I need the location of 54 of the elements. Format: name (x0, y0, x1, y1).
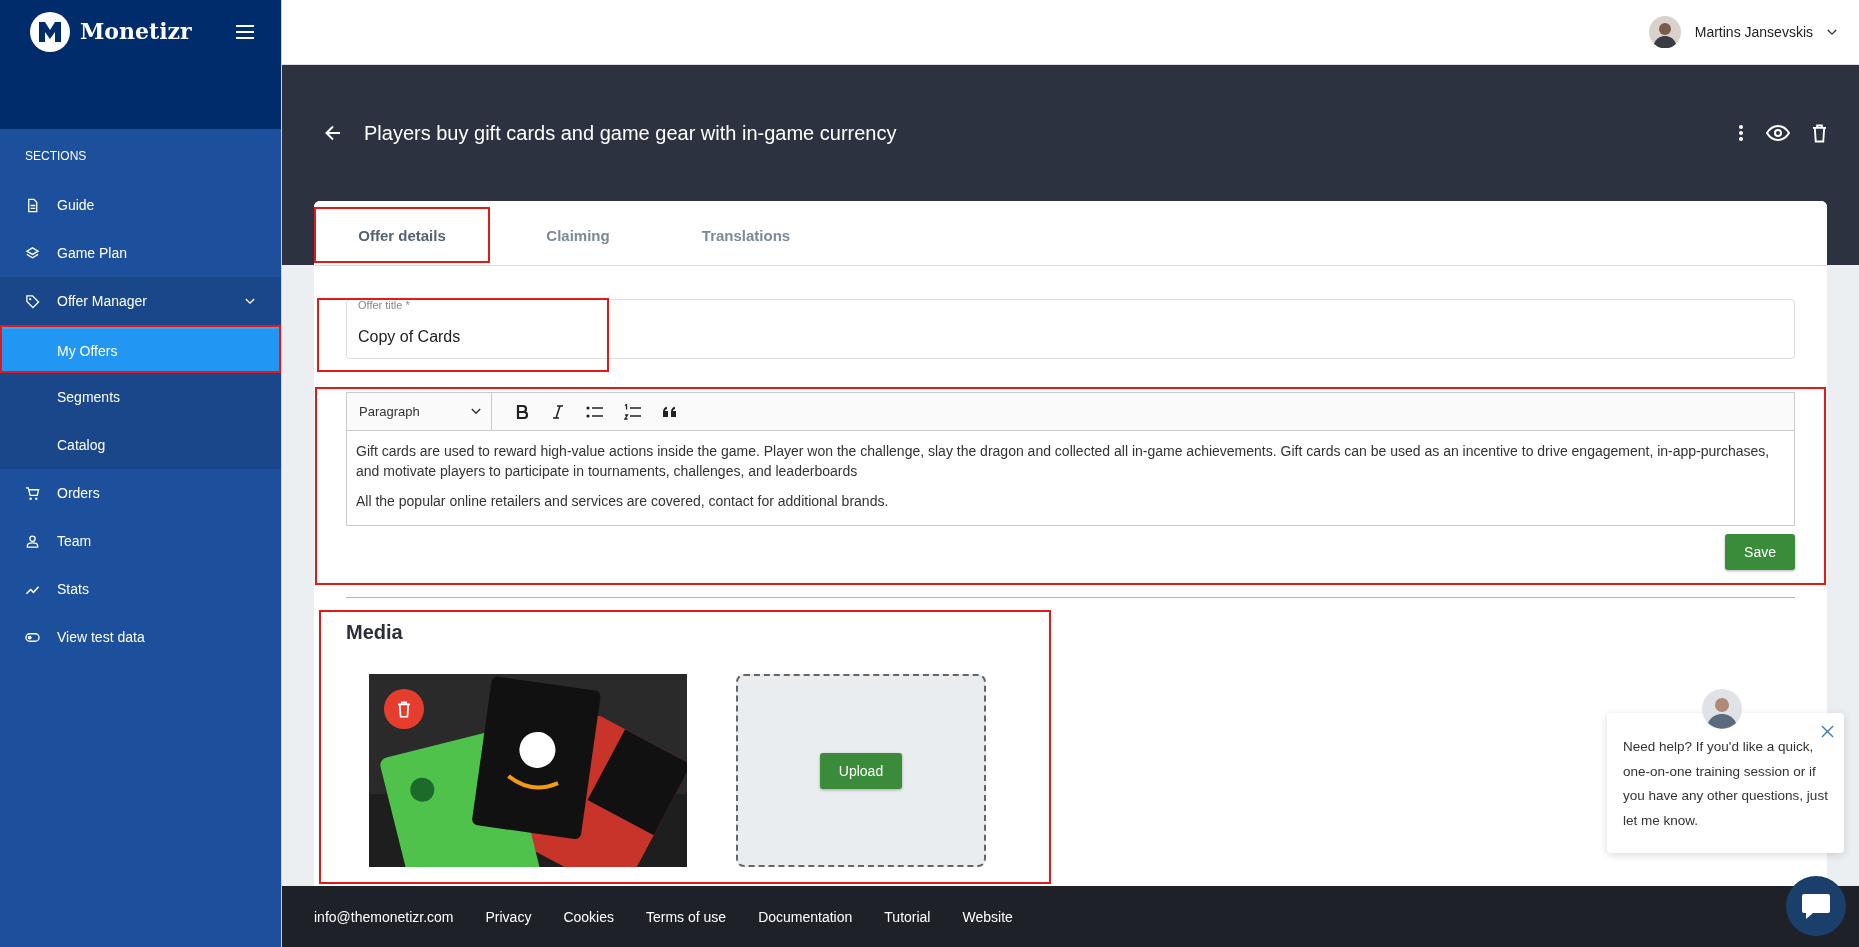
upload-area[interactable]: Upload (736, 674, 986, 867)
tab[interactable]: Offer details (314, 207, 490, 263)
brand-name: Monetizr (80, 18, 192, 44)
close-icon[interactable] (1821, 725, 1834, 738)
paragraph: All the popular online retailers and services are covered, contact for additional brands. (356, 492, 890, 511)
document-icon (25, 197, 40, 213)
offer-title-field[interactable]: Offer title * Copy of Cards (346, 299, 1795, 359)
caret-icon (1827, 28, 1837, 36)
person-icon (25, 533, 40, 549)
upload-button[interactable]: Upload (819, 752, 903, 789)
bold-icon[interactable] (514, 403, 530, 420)
trash-icon[interactable] (1812, 123, 1827, 143)
sidebar-item[interactable]: Team (0, 517, 281, 565)
format-dropdown[interactable]: Paragraph (347, 393, 492, 430)
sidebar-item[interactable]: Segments (0, 373, 281, 421)
layers-icon (25, 245, 40, 261)
section-label: SECTIONS (24, 149, 88, 165)
sidebar-item[interactable]: Orders (0, 469, 281, 517)
caret-icon (471, 408, 481, 415)
avatar-icon (1702, 689, 1742, 729)
chat-message: Need help? If you'd like a quick, one-on-one training session or if you have any other questions, just let me know. (1623, 738, 1828, 830)
save-button[interactable]: Save (1725, 534, 1795, 570)
sidebar-item[interactable]: Stats (0, 565, 281, 613)
footer-link[interactable]: Cookies (563, 908, 614, 925)
eye-icon[interactable] (1766, 125, 1790, 141)
sidebar-item[interactable]: Offer Manager (0, 277, 281, 325)
tab[interactable]: Claiming (498, 207, 658, 263)
back-arrow-icon[interactable] (324, 124, 342, 142)
tag-icon (25, 293, 40, 309)
paragraph: Gift cards are used to reward high-value actions inside the game. Player won the challenge, slay the dragon and collected all in-game achievements. Gift cards can be used as an incentive to drive engagement, in-app-purchases, and motivate players to participate in tournaments, challenges, and leaderboards (356, 442, 1771, 481)
sidebar-item[interactable]: View test data (0, 613, 281, 661)
page-title: Players buy gift cards and game gear with in-game currency (364, 121, 897, 145)
menu-icon[interactable] (235, 24, 255, 40)
sidebar-item[interactable]: Catalog (0, 421, 281, 469)
cart-icon (25, 485, 40, 501)
sidebar-item[interactable]: Guide (0, 181, 281, 229)
tab[interactable]: Translations (666, 207, 826, 263)
italic-icon[interactable] (550, 403, 566, 420)
logo-icon (30, 12, 70, 52)
footer-link[interactable]: Tutorial (884, 908, 931, 925)
user-menu[interactable]: Martins Jansevskis (1648, 16, 1837, 48)
footer-link[interactable]: Documentation (758, 908, 853, 925)
section-heading: Media (346, 620, 404, 645)
numbered-list-icon[interactable] (624, 403, 642, 420)
footer-link[interactable]: Terms of use (646, 908, 727, 925)
footer-link[interactable]: info@themonetizr.com (314, 908, 454, 925)
avatar-icon (1648, 16, 1681, 48)
more-icon[interactable] (1738, 123, 1744, 143)
footer-link[interactable]: Website (962, 908, 1013, 925)
chevron-icon (245, 297, 255, 305)
footer-link[interactable]: Privacy (485, 908, 532, 925)
sidebar-item[interactable]: Game Plan (0, 229, 281, 277)
chat-icon (1801, 892, 1831, 920)
trash-icon (397, 700, 411, 718)
